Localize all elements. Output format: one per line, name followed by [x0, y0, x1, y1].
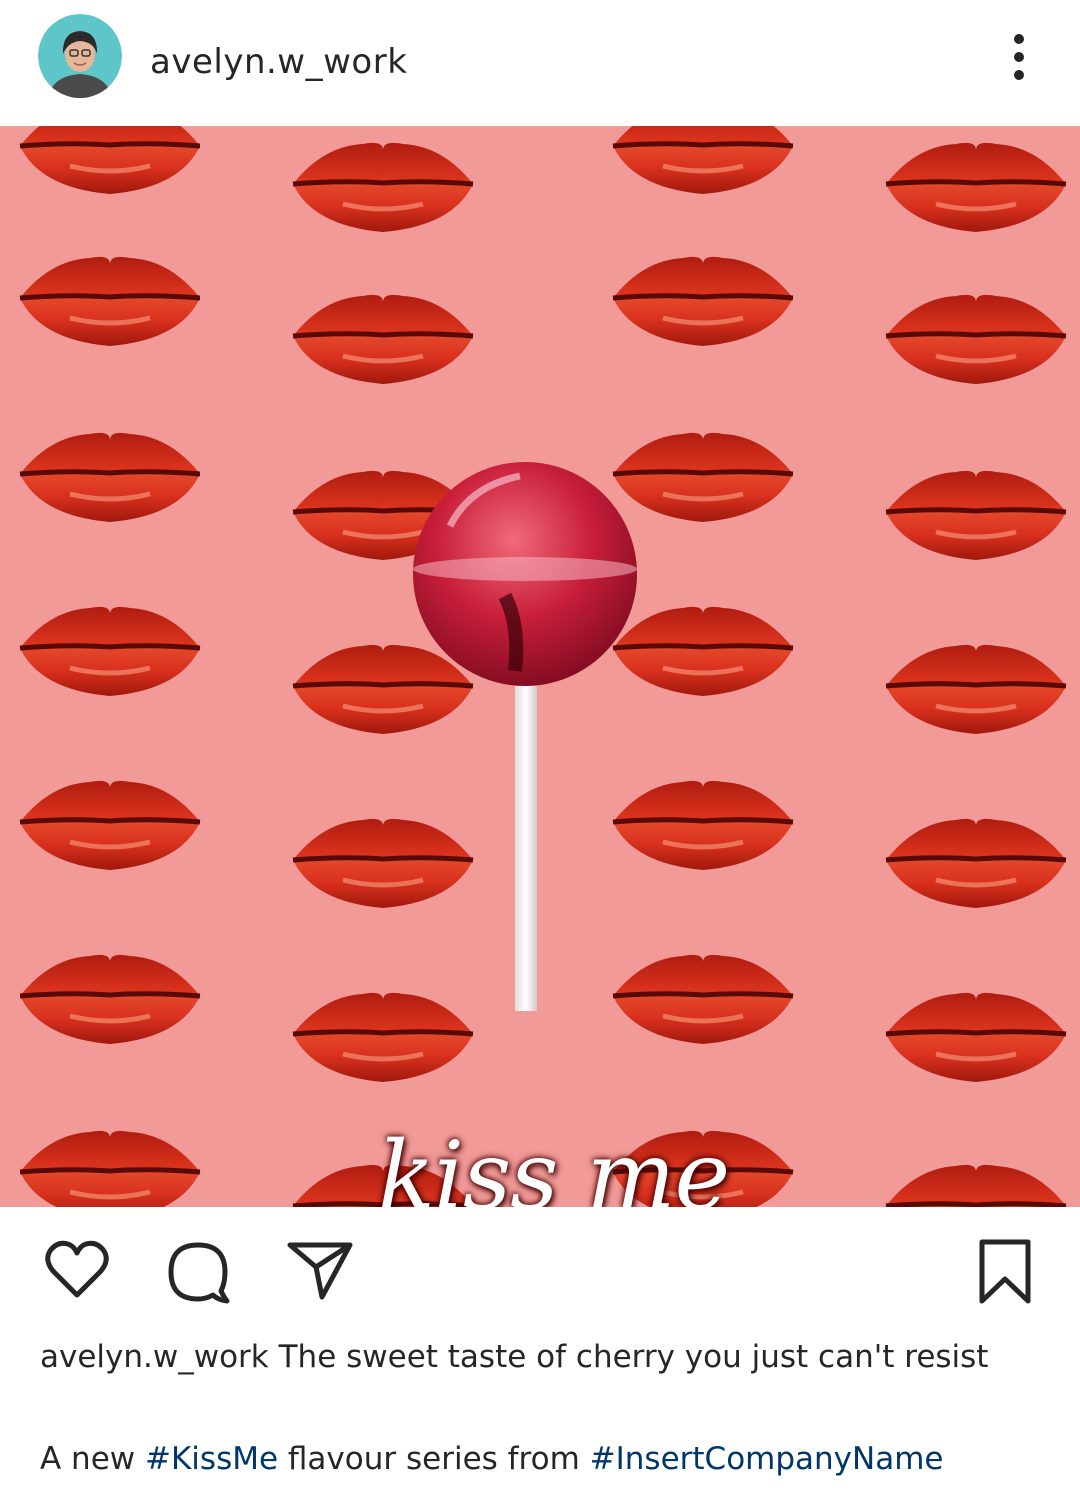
post-image[interactable]: kiss me [0, 126, 1080, 1207]
comment-button[interactable] [163, 1237, 233, 1307]
caption-line2-prefix: A new [40, 1441, 136, 1477]
post-caption: avelyn.w_work The sweet taste of cherry … [40, 1334, 1050, 1380]
avatar-image [38, 14, 122, 98]
caption-line2-middle: flavour series from [287, 1441, 580, 1477]
send-icon [287, 1242, 353, 1300]
like-button[interactable] [42, 1235, 112, 1305]
more-vertical-icon [1014, 34, 1024, 80]
caption-line-2: A new #KissMe flavour series from #Inser… [40, 1436, 1060, 1482]
post-artwork [0, 126, 1080, 1207]
image-overlay-text: kiss me [378, 1122, 730, 1207]
share-button[interactable] [286, 1237, 356, 1307]
more-options-button[interactable] [996, 28, 1042, 86]
comment-icon [168, 1242, 230, 1304]
action-bar [0, 1207, 1080, 1317]
post-header: avelyn.w_work [0, 0, 1080, 126]
post-username[interactable]: avelyn.w_work [150, 40, 407, 84]
hashtag-kissme[interactable]: #KissMe [145, 1441, 278, 1477]
bookmark-icon [979, 1239, 1031, 1304]
caption-text: The sweet taste of cherry you just can't… [278, 1339, 989, 1375]
caption-username[interactable]: avelyn.w_work [40, 1339, 269, 1375]
heart-icon [45, 1240, 109, 1298]
hashtag-company[interactable]: #InsertCompanyName [590, 1441, 944, 1477]
avatar[interactable] [38, 14, 122, 98]
save-button[interactable] [970, 1237, 1040, 1307]
